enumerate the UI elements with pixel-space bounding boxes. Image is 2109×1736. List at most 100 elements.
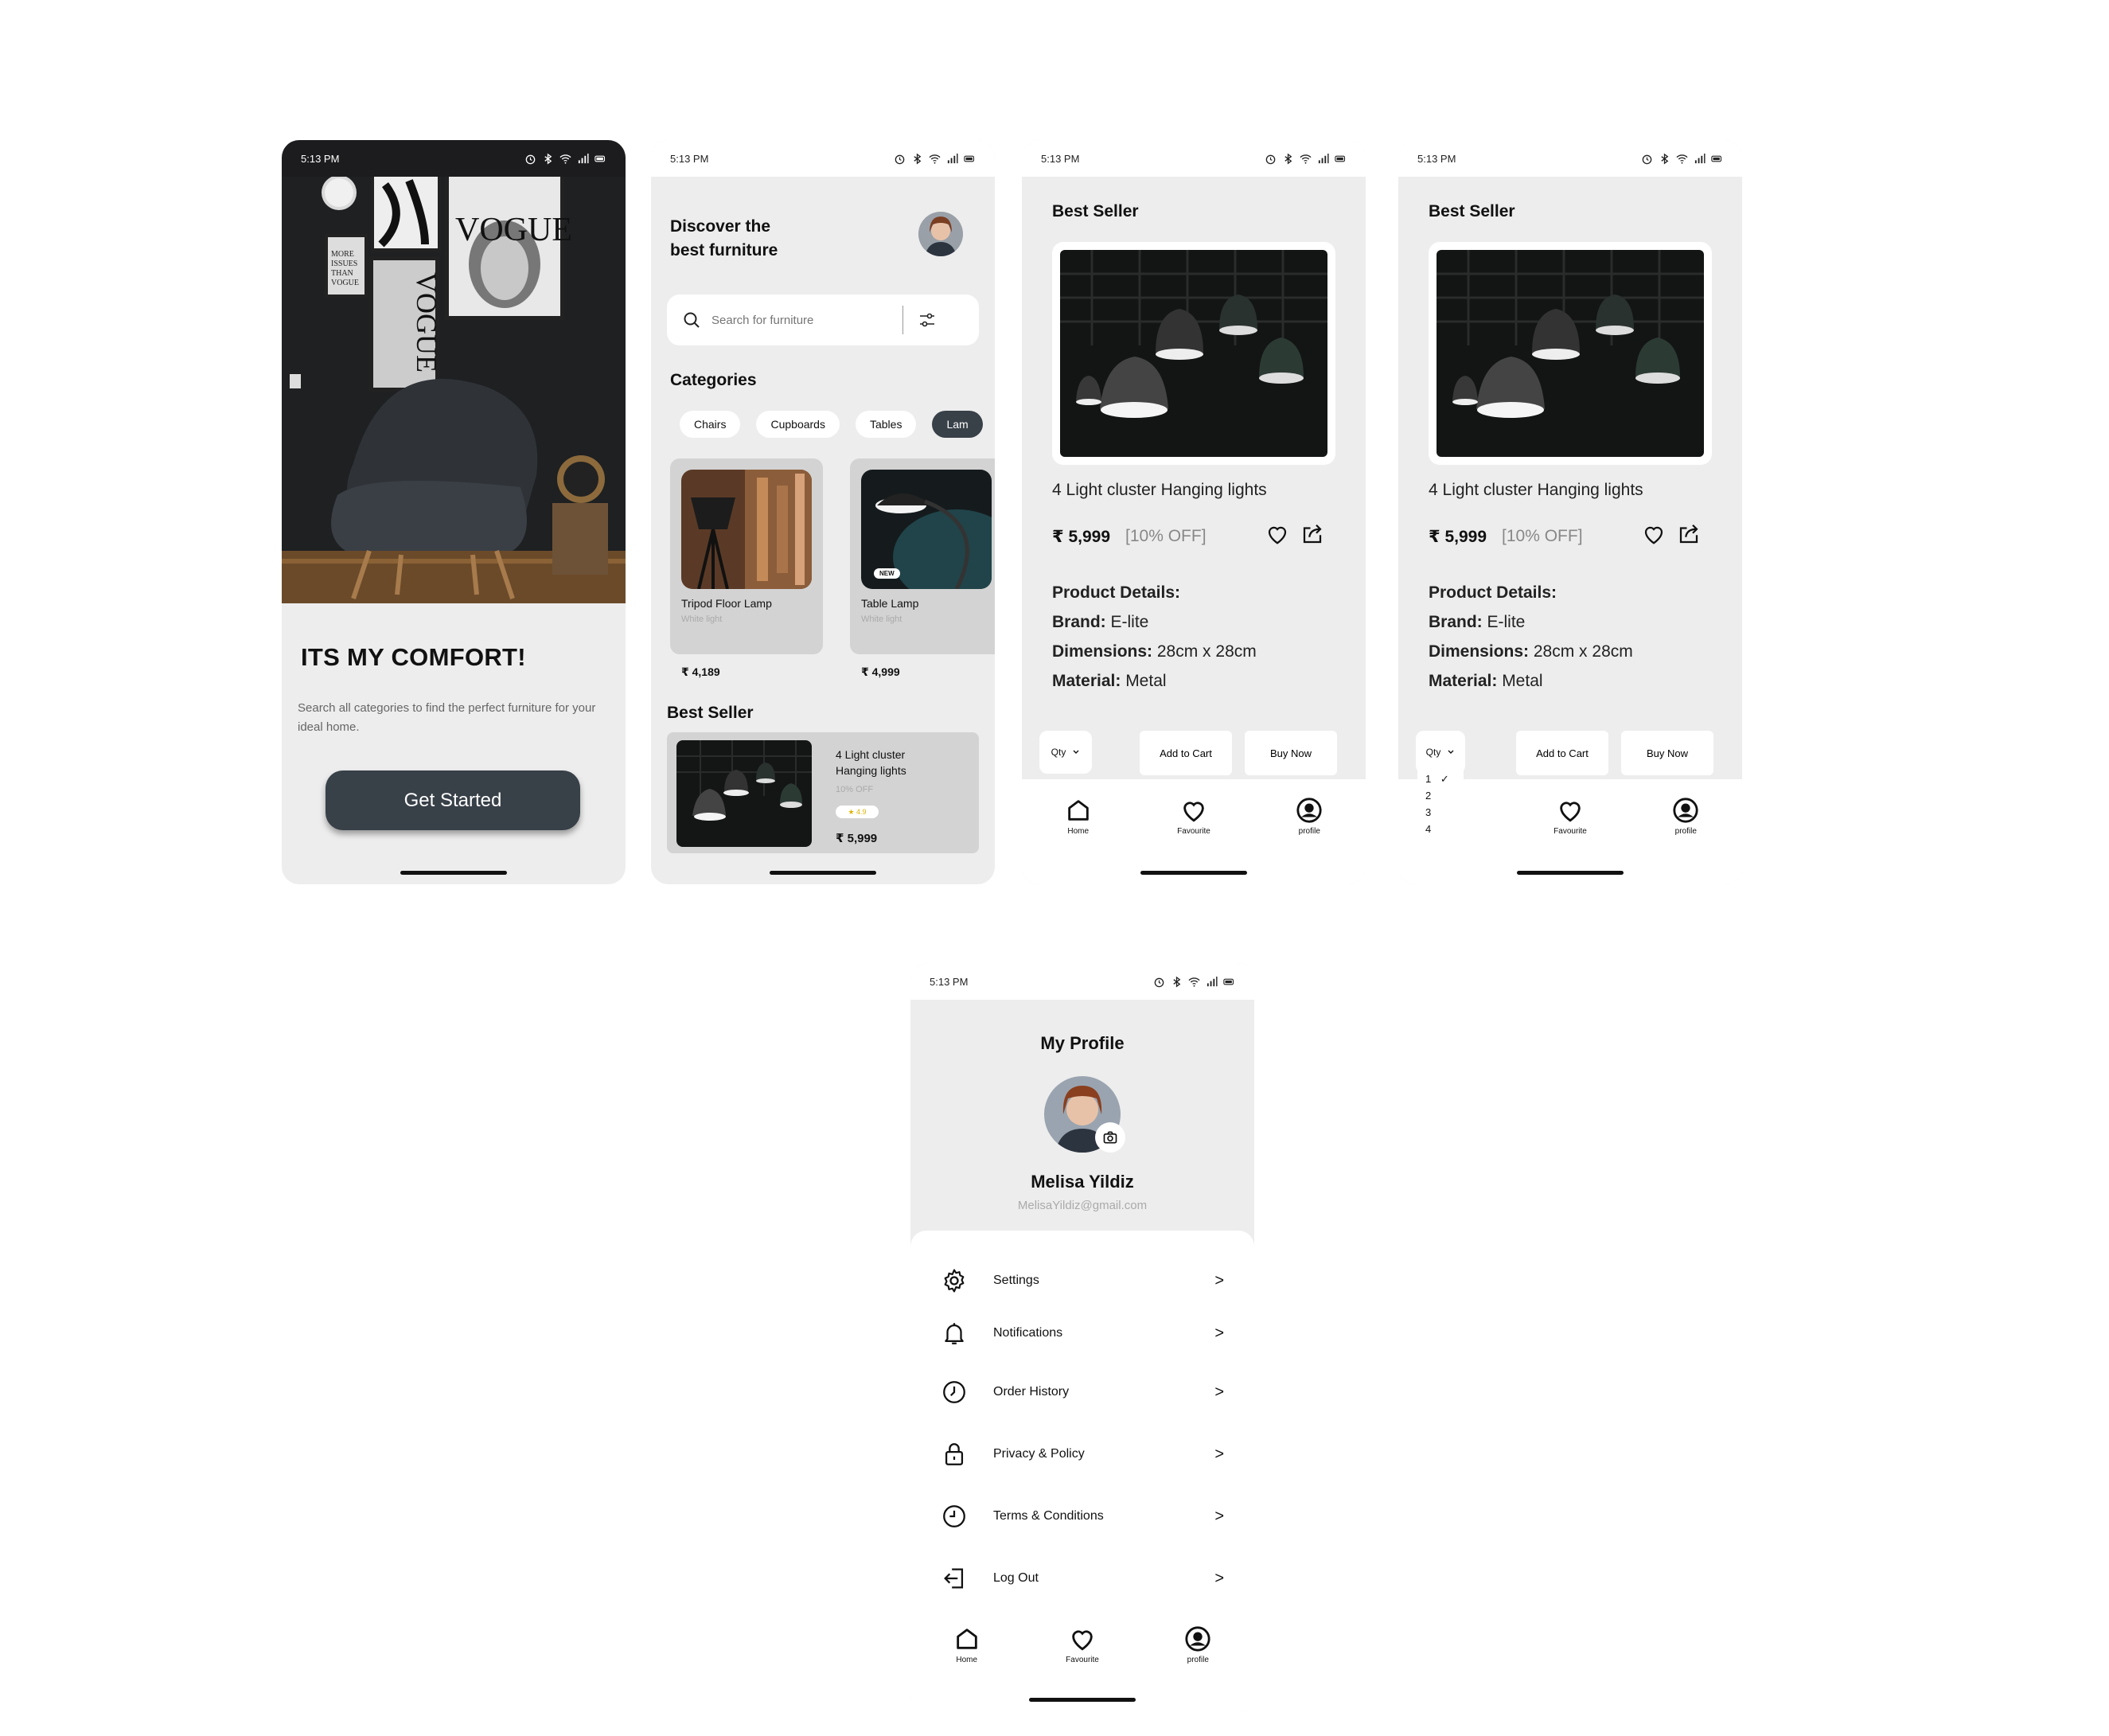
filter-icon[interactable] [918,310,937,330]
product-card-table-lamp[interactable]: NEW Table Lamp White light ₹ 4,999 [850,458,995,678]
floor-lamp-image [681,470,812,589]
wifi-icon [1188,977,1200,987]
user-photo [918,212,963,256]
alarm-icon [525,154,536,164]
dimensions-value: 28cm x 28cm [1152,642,1257,661]
qty-option-2[interactable]: 2 [1425,787,1456,804]
heart-icon[interactable] [1642,522,1666,546]
nav-profile[interactable]: profile [1296,797,1323,884]
material-value: Metal [1121,672,1167,690]
profile-title: My Profile [1040,1033,1125,1053]
detail-title: Best Seller [1429,202,1515,220]
status-time: 5:13 PM [301,152,340,165]
hanging-lights-image [676,740,812,847]
brand-label: Brand: [1429,613,1483,631]
name-line-1: 4 Light cluster [836,748,906,761]
profile-name: Melisa Yildiz [1031,1172,1134,1192]
product-image [681,470,812,589]
battery-icon [1223,978,1234,985]
nav-profile-label: profile [1298,827,1320,836]
profile-icon [1673,798,1698,823]
nav-favourite-label: Favourite [1066,1656,1099,1664]
onboarding-screen: 5:13 PM VOGUE MORE ISSUES THAN VOGUE VOG… [282,140,626,884]
discount-label: [10% OFF] [1125,527,1207,545]
add-to-cart-button[interactable]: Add to Cart [1140,731,1232,775]
product-price: ₹ 5,999 [1052,528,1110,546]
get-started-button[interactable]: Get Started [326,770,580,830]
heart-icon [1072,1630,1093,1651]
menu-item-settings[interactable]: Settings > [941,1267,1224,1294]
discount-label: 10% OFF [836,785,874,794]
wifi-icon [929,154,941,164]
material-label: Material: [1429,672,1498,690]
menu-label: Order History [993,1385,1070,1399]
svg-text:MORE: MORE [331,250,354,259]
search-icon [684,312,700,328]
nav-favourite-label: Favourite [1177,827,1210,836]
gear-icon [944,1269,965,1293]
nav-home[interactable]: Home [1065,797,1092,884]
chip-cupboards[interactable]: Cupboards [756,411,840,438]
logout-icon [944,1568,964,1589]
nav-profile[interactable]: profile [1184,1625,1211,1711]
product-price: ₹ 4,999 [861,665,900,678]
search-input[interactable] [711,313,902,327]
clock-icon [943,1505,965,1527]
signal-icon [947,153,958,163]
nav-profile-label: profile [1187,1656,1209,1664]
menu-item-notifications[interactable]: Notifications > [941,1320,1224,1347]
product-image [1437,250,1704,457]
status-time: 5:13 PM [670,152,709,165]
alarm-icon [1154,977,1164,987]
qty-option-3[interactable]: 3 [1425,804,1456,821]
change-photo-button[interactable] [1095,1122,1125,1153]
menu-item-log-out[interactable]: Log Out > [941,1565,1224,1592]
chevron-right-icon: > [1214,1445,1224,1463]
nav-profile[interactable]: profile [1672,797,1699,884]
status-icons [1641,153,1723,165]
detail-title: Best Seller [1052,202,1139,220]
product-details: Product Details: Brand: E-lite Dimension… [1429,578,1633,696]
buy-now-button[interactable]: Buy Now [1245,731,1337,775]
qty-select[interactable]: Qty [1416,731,1465,774]
chip-lamps[interactable]: Lam [932,411,983,438]
nav-home[interactable]: Home [953,1625,980,1711]
wifi-icon [1676,154,1688,164]
menu-item-terms-conditions[interactable]: Terms & Conditions > [941,1503,1224,1530]
qty-option-1[interactable]: 1 ✓ [1425,770,1456,787]
menu-label: Log Out [993,1571,1039,1585]
home-indicator [400,871,507,875]
heart-icon[interactable] [1265,522,1289,546]
heart-icon [1183,802,1204,822]
product-name: Table Lamp [861,597,919,610]
add-to-cart-button[interactable]: Add to Cart [1516,731,1608,775]
bluetooth-icon [1285,153,1292,164]
rating-badge: ★ 4.9 [836,806,879,818]
best-seller-card[interactable]: 4 Light cluster Hanging lights 10% OFF ★… [667,732,979,853]
qty-select[interactable]: Qty [1039,731,1092,774]
qty-label: Qty [1425,747,1441,758]
svg-text:ISSUES: ISSUES [331,259,357,268]
chevron-right-icon: > [1214,1383,1224,1401]
buy-now-button[interactable]: Buy Now [1621,731,1713,775]
status-time: 5:13 PM [1041,152,1080,165]
alarm-icon [895,154,905,164]
battery-icon [964,155,975,162]
qty-dropdown: 1 ✓ 2 3 4 [1417,769,1464,841]
bell-icon [945,1323,964,1344]
chevron-right-icon: > [1214,1324,1224,1342]
nav-home-label: Home [956,1656,978,1664]
avatar[interactable] [918,212,963,256]
product-detail-screen: 5:13 PM Best Seller 4 Light cluster Hang… [1022,140,1366,884]
menu-item-privacy-policy[interactable]: Privacy & Policy > [941,1441,1224,1468]
heart-icon [1560,802,1581,822]
onboarding-description: Search all categories to find the perfec… [298,701,596,734]
product-card-tripod[interactable]: Tripod Floor Lamp White light ₹ 4,189 [670,458,823,678]
qty-option-4[interactable]: 4 [1425,821,1456,837]
share-icon[interactable] [1300,522,1324,546]
menu-item-order-history[interactable]: Order History > [941,1379,1224,1406]
chip-tables[interactable]: Tables [855,411,917,438]
chip-chairs[interactable]: Chairs [680,411,741,438]
share-icon[interactable] [1677,522,1701,546]
status-bar: 5:13 PM [651,140,995,177]
